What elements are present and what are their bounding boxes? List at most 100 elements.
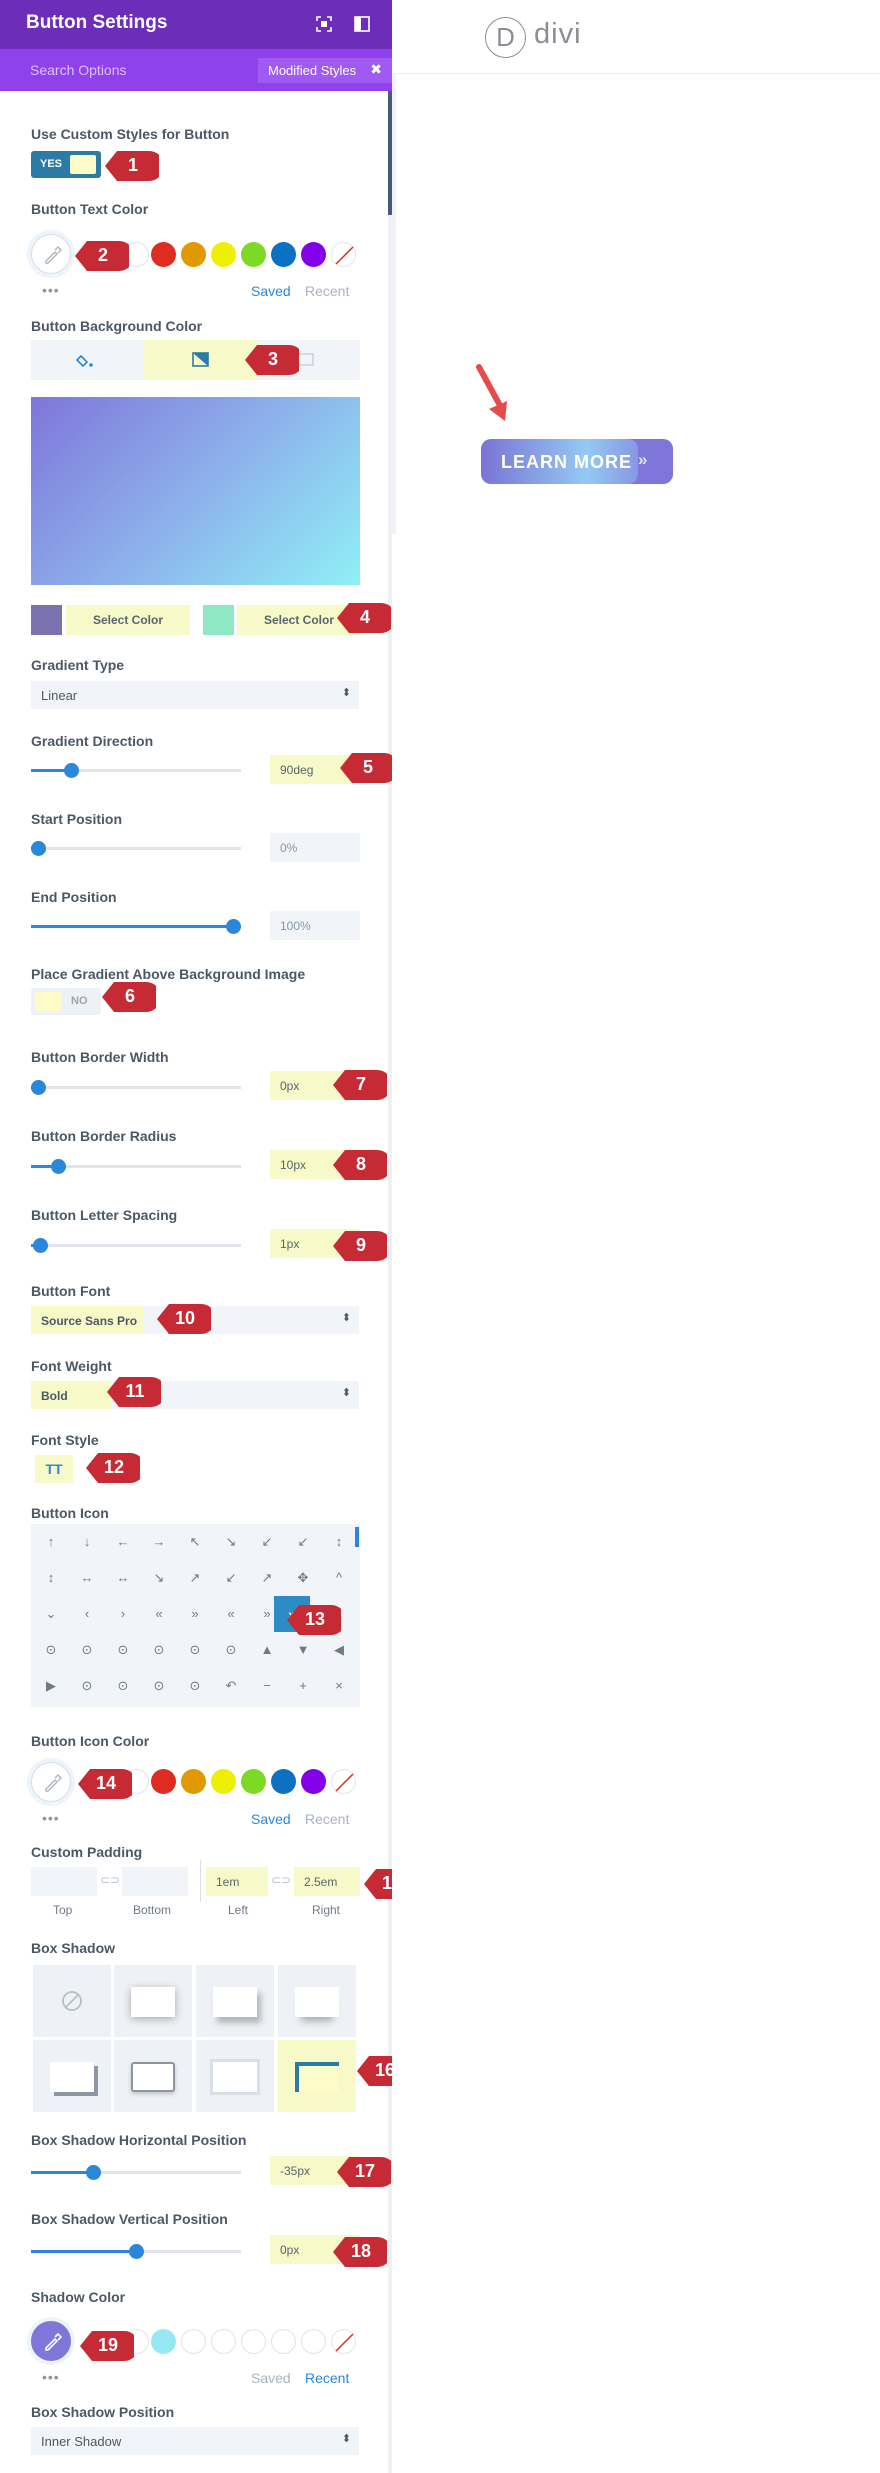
tab-recent[interactable]: Recent [305, 1811, 349, 1827]
end-position-input[interactable]: 100% [270, 911, 360, 940]
shadow-preset-3[interactable] [278, 1965, 356, 2037]
icon-option[interactable]: − [249, 1668, 285, 1704]
shadow-preset-4[interactable] [33, 2040, 111, 2112]
icon-option[interactable]: ⊙ [69, 1668, 105, 1704]
icon-option[interactable]: ⊙ [33, 1632, 69, 1668]
icon-option[interactable]: ⊙ [177, 1632, 213, 1668]
recent-swatch-5[interactable] [241, 2329, 266, 2354]
swatch-orange[interactable] [181, 1769, 206, 1794]
tab-saved[interactable]: Saved [251, 283, 291, 299]
clear-color-swatch[interactable] [331, 2329, 356, 2354]
recent-swatch-4[interactable] [211, 2329, 236, 2354]
icon-option[interactable]: ⊙ [105, 1632, 141, 1668]
slider-handle[interactable] [129, 2244, 144, 2259]
shadow-preset-inner[interactable] [278, 2040, 356, 2112]
icon-option[interactable]: ↕ [321, 1524, 357, 1560]
text-color-picker[interactable] [31, 234, 71, 274]
font-weight-select[interactable]: Bold ⬍ [31, 1381, 359, 1409]
slider-handle[interactable] [86, 2165, 101, 2180]
clear-color-swatch[interactable] [331, 1769, 356, 1794]
place-gradient-toggle[interactable]: NO [31, 988, 101, 1015]
recent-swatch-cyan[interactable] [151, 2329, 176, 2354]
icon-option[interactable]: ⊙ [69, 1632, 105, 1668]
icon-option[interactable]: ↑ [33, 1524, 69, 1560]
recent-swatch-3[interactable] [181, 2329, 206, 2354]
icon-option[interactable]: ↶ [213, 1668, 249, 1704]
recent-swatch-7[interactable] [301, 2329, 326, 2354]
shadow-preset-5[interactable] [114, 2040, 192, 2112]
more-options-icon[interactable]: ••• [42, 2369, 60, 2385]
tab-saved[interactable]: Saved [251, 1811, 291, 1827]
search-options-input[interactable]: Search Options [30, 62, 127, 78]
shadow-color-picker[interactable] [31, 2321, 71, 2361]
icon-option[interactable]: ↔ [69, 1560, 105, 1596]
gradient-color-2-swatch[interactable] [203, 605, 234, 635]
icon-option[interactable]: » [177, 1596, 213, 1632]
tab-recent[interactable]: Recent [305, 2370, 349, 2386]
swatch-blue[interactable] [271, 1769, 296, 1794]
expand-icon[interactable] [314, 14, 334, 34]
slider-handle[interactable] [31, 841, 46, 856]
icon-option[interactable]: ↙ [285, 1524, 321, 1560]
gradient-direction-slider[interactable] [31, 763, 241, 778]
shadow-preset-1[interactable] [114, 1965, 192, 2037]
letter-spacing-slider[interactable] [31, 1238, 241, 1253]
border-width-slider[interactable] [31, 1080, 241, 1095]
icon-option[interactable]: ✥ [285, 1560, 321, 1596]
shadow-vertical-slider[interactable] [31, 2244, 241, 2259]
uppercase-toggle[interactable]: TT [35, 1455, 73, 1483]
icon-option[interactable]: ▶ [33, 1668, 69, 1704]
swatch-green[interactable] [241, 242, 266, 267]
link-icon[interactable]: ⊂⊃ [100, 1873, 120, 1887]
swatch-purple[interactable] [301, 1769, 326, 1794]
link-icon[interactable]: ⊂⊃ [271, 1873, 291, 1887]
icon-option[interactable]: ↙ [213, 1560, 249, 1596]
tab-recent[interactable]: Recent [305, 283, 349, 299]
icon-option[interactable]: + [285, 1668, 321, 1704]
icon-option[interactable]: ⌄ [33, 1596, 69, 1632]
more-options-icon[interactable]: ••• [42, 1810, 60, 1826]
slider-handle[interactable] [51, 1159, 66, 1174]
start-position-slider[interactable] [31, 841, 241, 856]
icon-option[interactable]: ⊙ [141, 1668, 177, 1704]
icon-option[interactable]: › [105, 1596, 141, 1632]
dock-panel-icon[interactable] [352, 14, 372, 34]
icon-option[interactable]: ↗ [177, 1560, 213, 1596]
swatch-yellow[interactable] [211, 242, 236, 267]
padding-right-input[interactable]: 2.5em [294, 1867, 360, 1896]
tab-saved[interactable]: Saved [251, 2370, 291, 2386]
slider-handle[interactable] [64, 763, 79, 778]
swatch-red[interactable] [151, 1769, 176, 1794]
icon-option[interactable]: ↘ [213, 1524, 249, 1560]
border-radius-slider[interactable] [31, 1159, 241, 1174]
tab-bg-gradient[interactable] [143, 340, 258, 380]
slider-handle[interactable] [226, 919, 241, 934]
swatch-green[interactable] [241, 1769, 266, 1794]
icon-option[interactable]: ↘ [141, 1560, 177, 1596]
gradient-color-1-swatch[interactable] [31, 605, 62, 635]
icon-option[interactable]: ⊙ [213, 1632, 249, 1668]
slider-handle[interactable] [33, 1238, 48, 1253]
icon-option[interactable]: ↔ [105, 1560, 141, 1596]
swatch-red[interactable] [151, 242, 176, 267]
shadow-position-select[interactable]: Inner Shadow ⬍ [31, 2427, 359, 2455]
recent-swatch-6[interactable] [271, 2329, 296, 2354]
icon-option[interactable]: ↓ [69, 1524, 105, 1560]
tab-bg-color[interactable] [31, 340, 143, 380]
shadow-horizontal-slider[interactable] [31, 2165, 241, 2180]
shadow-preset-6[interactable] [196, 2040, 274, 2112]
swatch-orange[interactable] [181, 242, 206, 267]
modified-styles-button[interactable]: Modified Styles ✖ [258, 58, 392, 83]
icon-option[interactable]: « [213, 1596, 249, 1632]
end-position-slider[interactable] [31, 919, 241, 934]
icon-grid-scroll-thumb[interactable] [355, 1527, 359, 1547]
icon-option[interactable]: ⊙ [105, 1668, 141, 1704]
icon-color-picker[interactable] [31, 1762, 71, 1802]
icon-option[interactable]: ↖ [177, 1524, 213, 1560]
padding-top-input[interactable] [31, 1867, 97, 1896]
icon-option[interactable]: ⊙ [141, 1632, 177, 1668]
clear-color-swatch[interactable] [331, 242, 356, 267]
icon-option[interactable]: ‹ [69, 1596, 105, 1632]
gradient-type-select[interactable]: Linear ⬍ [31, 681, 359, 709]
learn-more-button[interactable]: LEARN MORE » [481, 439, 673, 484]
